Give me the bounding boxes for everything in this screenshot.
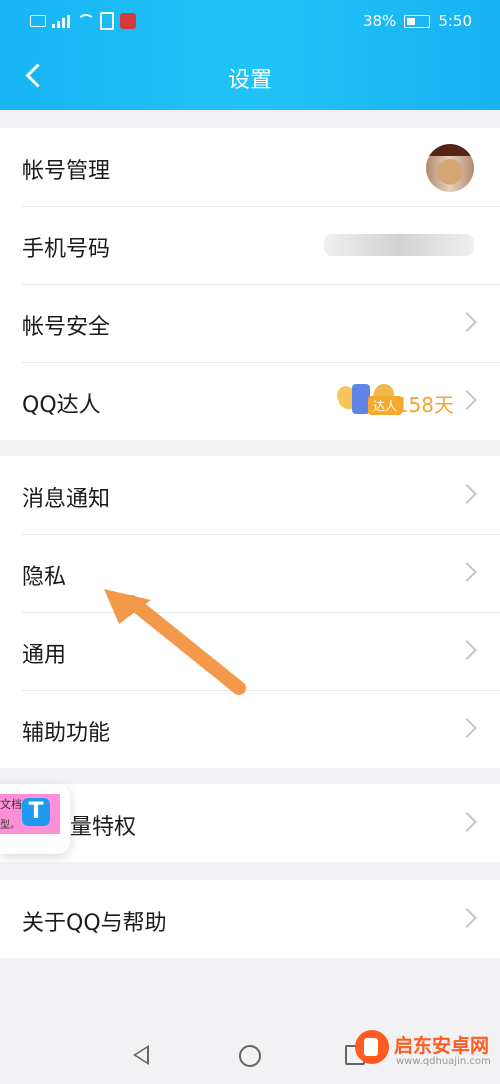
floating-widget[interactable]: 文档 型。 T: [0, 784, 70, 854]
row-general[interactable]: 通用: [0, 612, 500, 690]
tencent-docs-icon: T: [22, 798, 50, 826]
status-icons-right: 38% 5:50: [363, 12, 472, 30]
row-qq-talent[interactable]: QQ达人 达人 158天: [0, 362, 500, 440]
row-label: 关于QQ与帮助: [22, 911, 167, 936]
wifi-icon: [76, 14, 95, 28]
row-label: 通用: [22, 643, 67, 668]
chevron-right-icon: [457, 484, 477, 504]
battery-percent: 38%: [362, 12, 397, 30]
row-account-management[interactable]: 帐号管理: [0, 128, 500, 206]
row-label: 帐号安全: [22, 315, 111, 340]
hd-icon: [30, 15, 46, 27]
floating-widget-pink-panel: 文档 型。 T: [0, 794, 60, 834]
settings-group-account: 帐号管理 手机号码 帐号安全 QQ达人 达人 158天: [0, 128, 500, 440]
row-label: QQ达人: [22, 393, 101, 418]
row-message-notification[interactable]: 消息通知: [0, 456, 500, 534]
watermark-title: 启东安卓网: [394, 1035, 490, 1057]
floating-widget-text-top: 文档: [0, 798, 22, 811]
row-label: 隐私: [22, 565, 67, 590]
floating-widget-text-bottom: 型。: [0, 820, 20, 831]
settings-group-privileges: 量特权: [0, 784, 500, 862]
status-bar: 38% 5:50: [0, 0, 500, 44]
watermark: 启东安卓网 www.qdhuajin.com: [355, 1030, 491, 1074]
settings-group-main: 消息通知 隐私 通用 辅助功能: [0, 456, 500, 768]
row-privileges[interactable]: 量特权: [0, 784, 500, 862]
row-label: 辅助功能: [22, 721, 111, 746]
chevron-right-icon: [457, 640, 477, 660]
page-title: 设置: [227, 68, 272, 93]
chevron-right-icon: [457, 812, 477, 832]
row-about-help[interactable]: 关于QQ与帮助: [0, 880, 500, 958]
settings-group-about: 关于QQ与帮助: [0, 880, 500, 958]
chevron-right-icon: [457, 908, 477, 928]
row-label: 量特权: [70, 815, 137, 840]
system-home-icon[interactable]: [239, 1045, 261, 1067]
row-privacy[interactable]: 隐私: [0, 534, 500, 612]
chevron-right-icon: [457, 718, 477, 738]
status-icons-left: [30, 12, 136, 30]
talent-days: 158天: [395, 393, 454, 417]
system-back-icon[interactable]: [133, 1045, 149, 1065]
blurred-phone-value: [324, 234, 474, 256]
chevron-right-icon: [457, 562, 477, 582]
chevron-right-icon: [457, 390, 477, 410]
row-label: 手机号码: [22, 237, 111, 262]
top-header: 38% 5:50 设置: [0, 0, 500, 110]
row-label: 消息通知: [22, 487, 111, 512]
battery-icon: [404, 14, 431, 28]
vibrate-icon: [100, 12, 114, 30]
row-account-security[interactable]: 帐号安全: [0, 284, 500, 362]
title-bar: 设置: [0, 44, 500, 110]
row-accessibility[interactable]: 辅助功能: [0, 690, 500, 768]
clock: 5:50: [438, 12, 472, 30]
chevron-right-icon: [457, 312, 477, 332]
watermark-logo-icon: [355, 1030, 389, 1064]
avatar[interactable]: [426, 144, 474, 192]
row-phone-number[interactable]: 手机号码: [0, 206, 500, 284]
signal-icon: [52, 14, 70, 28]
app-badge-icon: [120, 13, 136, 29]
row-label: 帐号管理: [22, 159, 111, 184]
watermark-url: www.qdhuajin.com: [396, 1056, 491, 1067]
